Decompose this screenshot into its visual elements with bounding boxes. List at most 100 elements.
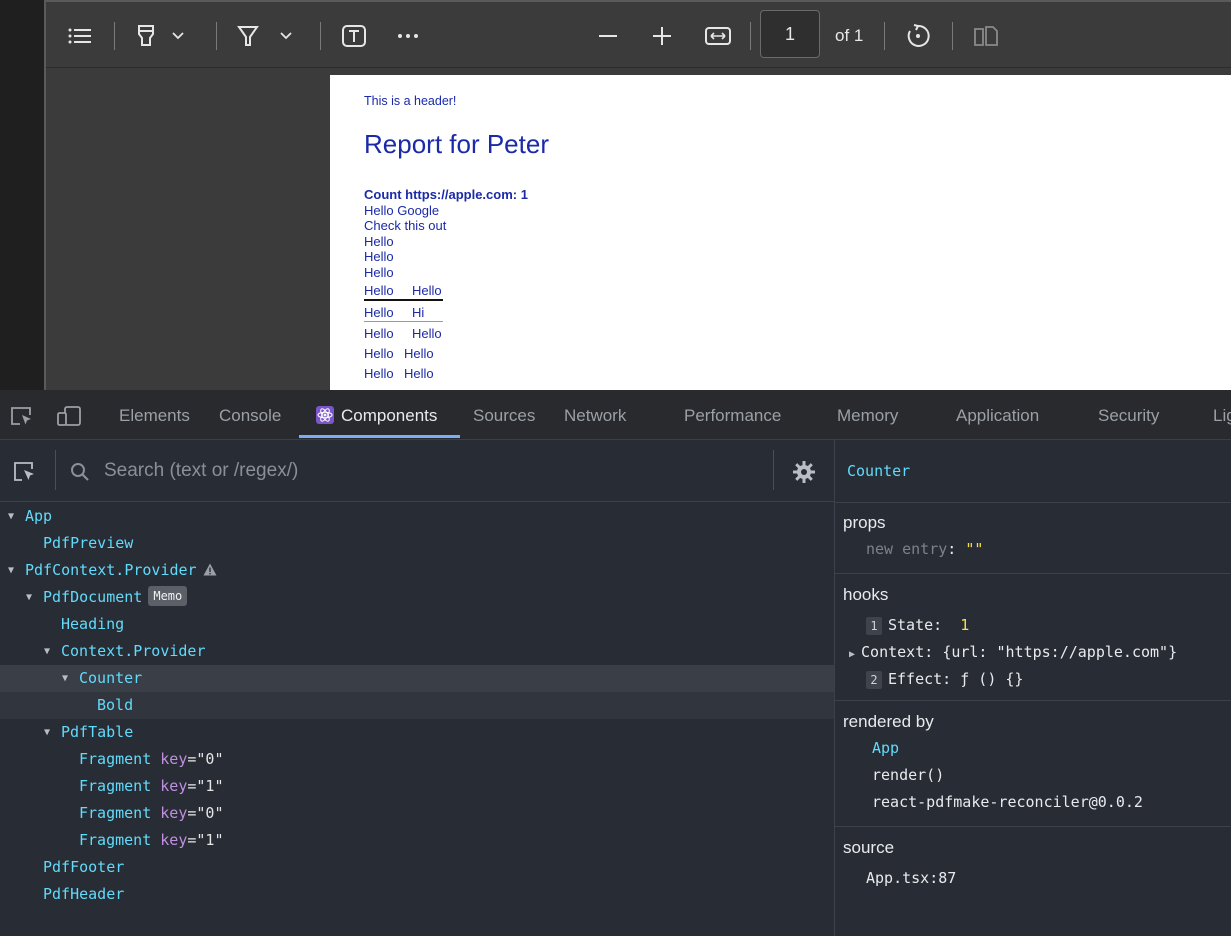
caret-down-icon[interactable]: ▼ [8, 503, 20, 530]
prop-new-entry[interactable]: new entry: "" [866, 540, 983, 558]
pdf-table-cell: Hello [404, 366, 434, 381]
hook-value: ƒ () {} [960, 670, 1024, 688]
device-toolbar-icon[interactable] [56, 404, 82, 428]
hooks-title: hooks [843, 585, 889, 604]
tab-network[interactable]: Network [564, 406, 626, 426]
pdf-viewer: 1 of 1 This is a header! Report for Pete… [0, 0, 1231, 390]
tree-node-bold[interactable]: Bold [0, 692, 834, 719]
chevron-down-icon[interactable] [276, 20, 296, 52]
tree-node-fragment[interactable]: Fragment key="1" [0, 827, 834, 854]
draw-icon[interactable] [232, 20, 264, 52]
tree-node-name: Fragment [79, 750, 152, 768]
tab-memory[interactable]: Memory [837, 406, 898, 426]
tree-node-fragment[interactable]: Fragment key="0" [0, 800, 834, 827]
pdf-table-cell: Hello [412, 283, 442, 298]
fit-width-icon[interactable] [702, 20, 734, 52]
source-location[interactable]: App.tsx:87 [866, 869, 956, 887]
hook-name: Context: [861, 643, 934, 661]
caret-down-icon[interactable]: ▼ [44, 638, 56, 665]
hook-context[interactable]: ▶ Context: {url: "https://apple.com"} [849, 643, 1177, 661]
tree-node-name: Fragment [79, 804, 152, 822]
hook-name: State: [888, 616, 943, 634]
tree-node-label: Bold [97, 696, 134, 714]
section-divider [835, 700, 1231, 701]
toolbar-separator [216, 22, 217, 50]
hook-state[interactable]: 1 State: 1 [866, 616, 969, 635]
source-title: source [843, 838, 895, 857]
tree-node-label: Fragment key="0" [79, 804, 224, 822]
search-divider [55, 450, 56, 490]
rotate-icon[interactable] [902, 20, 934, 52]
toolbar-separator [952, 22, 953, 50]
new-entry-label: new entry [866, 540, 948, 558]
tab-security[interactable]: Security [1098, 406, 1159, 426]
tree-node-pdffooter[interactable]: PdfFooter [0, 854, 834, 881]
contents-icon[interactable] [64, 20, 96, 52]
hook-effect[interactable]: 2 Effect: ƒ () {} [866, 670, 1023, 689]
pdf-line: Hello Google [364, 203, 440, 218]
zoom-out-icon[interactable] [592, 20, 624, 52]
tree-node-pdfheader[interactable]: PdfHeader [0, 881, 834, 908]
tree-node-label: PdfHeader [43, 885, 125, 903]
search-input[interactable] [104, 458, 754, 484]
caret-down-icon[interactable]: ▼ [26, 584, 38, 611]
more-icon[interactable] [392, 20, 424, 52]
tree-node-app[interactable]: ▼ App [0, 503, 834, 530]
component-tree-pane: ▼ App PdfPreview ▼ PdfContext.Provider ▼… [0, 440, 834, 936]
chevron-down-icon[interactable] [168, 20, 188, 52]
inspect-element-icon[interactable] [9, 404, 35, 428]
select-element-icon[interactable] [12, 460, 38, 484]
key-value: "0" [196, 804, 224, 822]
pdf-table-cell: Hi [412, 305, 425, 320]
caret-down-icon[interactable]: ▼ [8, 557, 20, 584]
tab-sources[interactable]: Sources [473, 406, 535, 426]
tree-node-label: PdfDocument Memo [43, 584, 188, 611]
tree-node-pdfcontext-provider[interactable]: ▼ PdfContext.Provider [0, 557, 834, 584]
caret-down-icon[interactable]: ▼ [44, 719, 56, 746]
tab-lighthouse[interactable]: Lig [1213, 406, 1231, 426]
key-value: "1" [196, 831, 224, 849]
hook-value: 1 [960, 616, 970, 634]
tab-console[interactable]: Console [219, 406, 281, 426]
tab-components[interactable]: Components [341, 406, 437, 426]
pdf-table-cell: Hello [412, 326, 442, 341]
tab-performance[interactable]: Performance [684, 406, 781, 426]
key-value: "1" [196, 777, 224, 795]
zoom-in-icon[interactable] [646, 20, 678, 52]
gear-icon[interactable] [792, 460, 816, 484]
tree-node-label: Counter [79, 669, 143, 687]
highlighter-icon[interactable] [130, 20, 162, 52]
tab-application[interactable]: Application [956, 406, 1039, 426]
hook-index: 1 [866, 617, 882, 635]
react-icon [316, 406, 334, 424]
pdf-table-cell: Hello [364, 283, 394, 298]
props-title: props [843, 513, 886, 532]
pdf-table-cell: Hello [364, 346, 394, 361]
tree-node-name: PdfContext.Provider [25, 561, 197, 579]
tree-node-counter[interactable]: ▼ Counter [0, 665, 834, 692]
tree-node-name: Fragment [79, 777, 152, 795]
new-entry-value: "" [965, 540, 984, 558]
tree-node-pdftable[interactable]: ▼ PdfTable [0, 719, 834, 746]
page-number-input[interactable]: 1 [760, 10, 820, 58]
tree-node-pdfpreview[interactable]: PdfPreview [0, 530, 834, 557]
tab-elements[interactable]: Elements [119, 406, 190, 426]
tree-node-label: Fragment key="1" [79, 777, 224, 795]
tree-node-name: PdfDocument [43, 588, 143, 606]
rendered-by-title: rendered by [843, 712, 934, 731]
two-page-icon[interactable] [970, 20, 1002, 52]
text-box-icon[interactable] [338, 20, 370, 52]
caret-down-icon[interactable]: ▼ [62, 665, 74, 692]
tree-node-fragment[interactable]: Fragment key="0" [0, 746, 834, 773]
search-divider [773, 450, 774, 490]
tree-node-context-provider[interactable]: ▼ Context.Provider [0, 638, 834, 665]
search-icon [70, 462, 90, 482]
tree-node-fragment[interactable]: Fragment key="1" [0, 773, 834, 800]
tree-node-heading[interactable]: Heading [0, 611, 834, 638]
search-row [0, 440, 834, 502]
key-attr: key [160, 750, 188, 768]
pdf-left-strip [0, 0, 44, 390]
tree-node-pdfdocument[interactable]: ▼ PdfDocument Memo [0, 584, 834, 611]
caret-right-icon[interactable]: ▶ [849, 649, 855, 660]
rendered-by-app[interactable]: App [872, 739, 899, 757]
